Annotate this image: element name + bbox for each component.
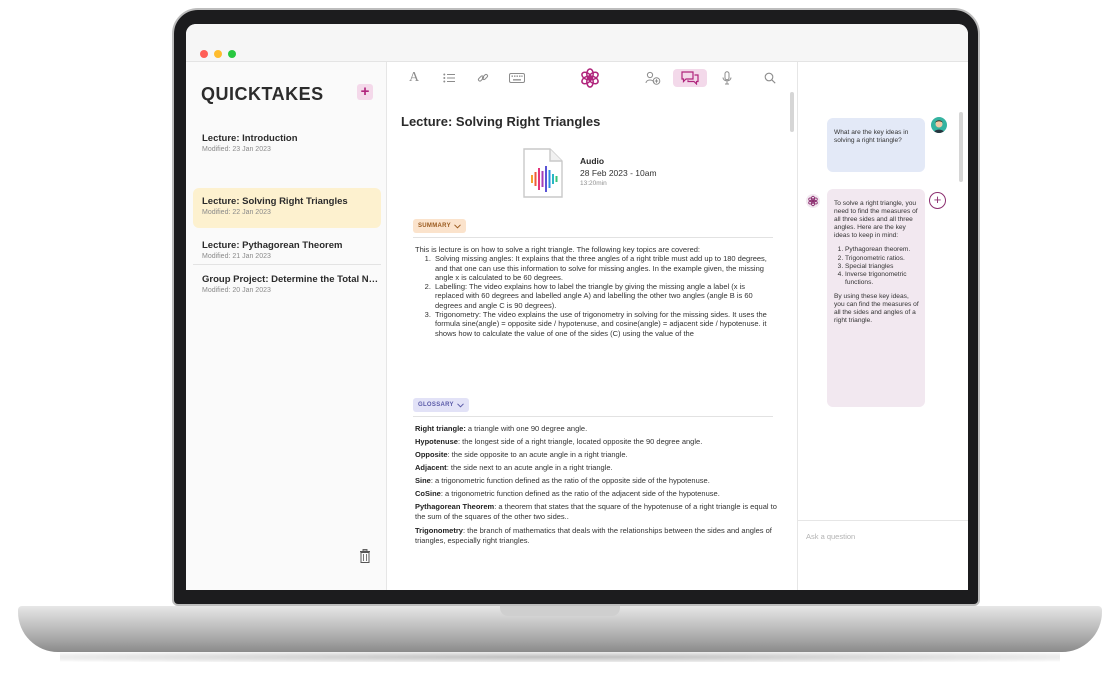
audio-label: Audio	[580, 156, 605, 166]
glossary-term: Trigonometry	[415, 526, 463, 535]
glossary-entry: Right triangle: a triangle with one 90 d…	[415, 424, 781, 434]
link-icon[interactable]	[476, 69, 490, 87]
minimize-window-button[interactable]	[214, 50, 222, 58]
search-icon[interactable]	[763, 69, 777, 87]
glossary-definition: : the branch of mathematics that deals w…	[415, 526, 772, 545]
close-window-button[interactable]	[200, 50, 208, 58]
assistant-outro: By using these key ideas, you can find t…	[834, 292, 919, 325]
add-to-note-icon[interactable]: +	[929, 192, 946, 209]
glossary-definition: : the side opposite to an acute angle in…	[447, 450, 628, 459]
note-title: Lecture: Introduction	[202, 133, 298, 144]
assistant-list-item: Pythagorean theorem.	[845, 246, 919, 254]
add-person-icon[interactable]	[644, 69, 662, 87]
summary-item: Labelling: The video explains how to lab…	[433, 282, 775, 310]
glossary-entry: Adjacent: the side next to an acute angl…	[415, 463, 781, 473]
assistant-list-item: Special triangles	[845, 263, 919, 271]
glossary-term: Hypotenuse	[415, 437, 458, 446]
glossary-term: Right triangle:	[415, 424, 466, 433]
editor-toolbar: A	[387, 62, 797, 94]
user-message-bubble: What are the key ideas in solving a righ…	[827, 118, 925, 172]
glossary-entry: Opposite: the side opposite to an acute …	[415, 450, 781, 460]
list-icon[interactable]	[442, 69, 456, 87]
note-date: Modified: 21 Jan 2023	[202, 253, 271, 260]
chevron-down-icon	[457, 402, 464, 408]
glossary-label: GLOSSARY	[418, 402, 454, 408]
glossary-definition: : a trigonometric function defined as th…	[430, 476, 710, 485]
summary-label: SUMMARY	[418, 223, 451, 229]
summary-divider	[413, 237, 773, 238]
assistant-avatar-icon	[806, 194, 820, 208]
glossary-definition: : the side next to an acute angle in a r…	[446, 463, 613, 472]
openai-logo-icon[interactable]	[579, 66, 601, 90]
assistant-list-item: Inverse trigonometric functions.	[845, 271, 919, 287]
glossary-term: CoSine	[415, 489, 441, 498]
add-note-button[interactable]: +	[357, 84, 373, 100]
laptop-shadow	[60, 652, 1060, 662]
glossary-entry: Pythagorean Theorem: a theorem that stat…	[415, 502, 781, 522]
title-bar	[186, 24, 968, 62]
audio-date: 28 Feb 2023 - 10am	[580, 168, 657, 178]
laptop-mockup: QUICKTAKES + Lecture: Introduction Modif…	[0, 0, 1119, 677]
glossary-definition: : the longest side of a right triangle, …	[457, 437, 703, 446]
glossary-entry: Trigonometry: the branch of mathematics …	[415, 526, 781, 546]
note-item-solving-right-triangles[interactable]: Lecture: Solving Right Triangles Modifie…	[193, 188, 381, 228]
assistant-chat-panel: What are the key ideas in solving a righ…	[797, 62, 968, 590]
note-item-group-project[interactable]: Group Project: Determine the Total Numbe…	[193, 266, 381, 306]
summary-toggle[interactable]: SUMMARY	[413, 219, 466, 233]
glossary-divider	[413, 416, 773, 417]
summary-item: Solving missing angles: It explains that…	[433, 254, 775, 282]
summary-list: Solving missing angles: It explains that…	[433, 254, 775, 338]
glossary-definition: a triangle with one 90 degree angle.	[465, 424, 588, 433]
glossary-term: Pythagorean Theorem	[415, 502, 495, 511]
glossary-term: Sine	[415, 476, 431, 485]
glossary-term: Adjacent	[415, 463, 447, 472]
laptop-notch	[500, 606, 620, 616]
audio-file-icon[interactable]	[523, 148, 563, 198]
glossary-term: Opposite	[415, 450, 448, 459]
assistant-list-item: Trigonometric ratios.	[845, 255, 919, 263]
note-date: Modified: 20 Jan 2023	[202, 287, 271, 294]
chat-scrollbar[interactable]	[959, 112, 963, 182]
summary-body: This is lecture is on how to solve a rig…	[415, 245, 775, 338]
note-editor: A Lecture: Solving Right Triangles Audio…	[387, 62, 797, 590]
keyboard-icon[interactable]	[508, 69, 526, 87]
note-title-heading: Lecture: Solving Right Triangles	[401, 114, 601, 129]
trash-icon[interactable]	[359, 549, 371, 563]
text-format-icon[interactable]: A	[407, 69, 421, 87]
app-window: QUICKTAKES + Lecture: Introduction Modif…	[186, 24, 968, 590]
note-date: Modified: 22 Jan 2023	[202, 209, 271, 216]
sidebar-title: QUICKTAKES	[201, 84, 324, 104]
note-title: Group Project: Determine the Total Numbe…	[202, 274, 380, 285]
note-date: Modified: 23 Jan 2023	[202, 146, 271, 153]
sidebar: QUICKTAKES + Lecture: Introduction Modif…	[186, 62, 387, 590]
summary-intro: This is lecture is on how to solve a rig…	[415, 245, 700, 254]
zoom-window-button[interactable]	[228, 50, 236, 58]
note-divider	[193, 264, 381, 265]
microphone-icon[interactable]	[720, 69, 734, 87]
assistant-intro: To solve a right triangle, you need to f…	[834, 200, 918, 240]
note-title: Lecture: Solving Right Triangles	[202, 196, 348, 207]
glossary-entry: Hypotenuse: the longest side of a right …	[415, 437, 781, 447]
glossary-entry: Sine: a trigonometric function defined a…	[415, 476, 781, 486]
chat-icon[interactable]	[673, 69, 707, 87]
ask-question-input[interactable]	[806, 532, 956, 541]
note-item-introduction[interactable]: Lecture: Introduction Modified: 23 Jan 2…	[193, 125, 381, 165]
summary-item: Trigonometry: The video explains the use…	[433, 310, 775, 338]
chat-input-divider	[798, 520, 968, 521]
user-avatar	[931, 117, 947, 133]
editor-scrollbar[interactable]	[790, 92, 794, 132]
chevron-down-icon	[454, 223, 461, 229]
glossary-toggle[interactable]: GLOSSARY	[413, 398, 469, 412]
glossary-entry: CoSine: a trigonometric function defined…	[415, 489, 781, 499]
assistant-message-bubble: To solve a right triangle, you need to f…	[827, 189, 925, 407]
glossary-definition: : a trigonometric function defined as th…	[440, 489, 720, 498]
assistant-list: Pythagorean theorem. Trigonometric ratio…	[845, 246, 919, 286]
audio-duration: 13:20min	[580, 180, 607, 187]
note-title: Lecture: Pythagorean Theorem	[202, 240, 343, 251]
